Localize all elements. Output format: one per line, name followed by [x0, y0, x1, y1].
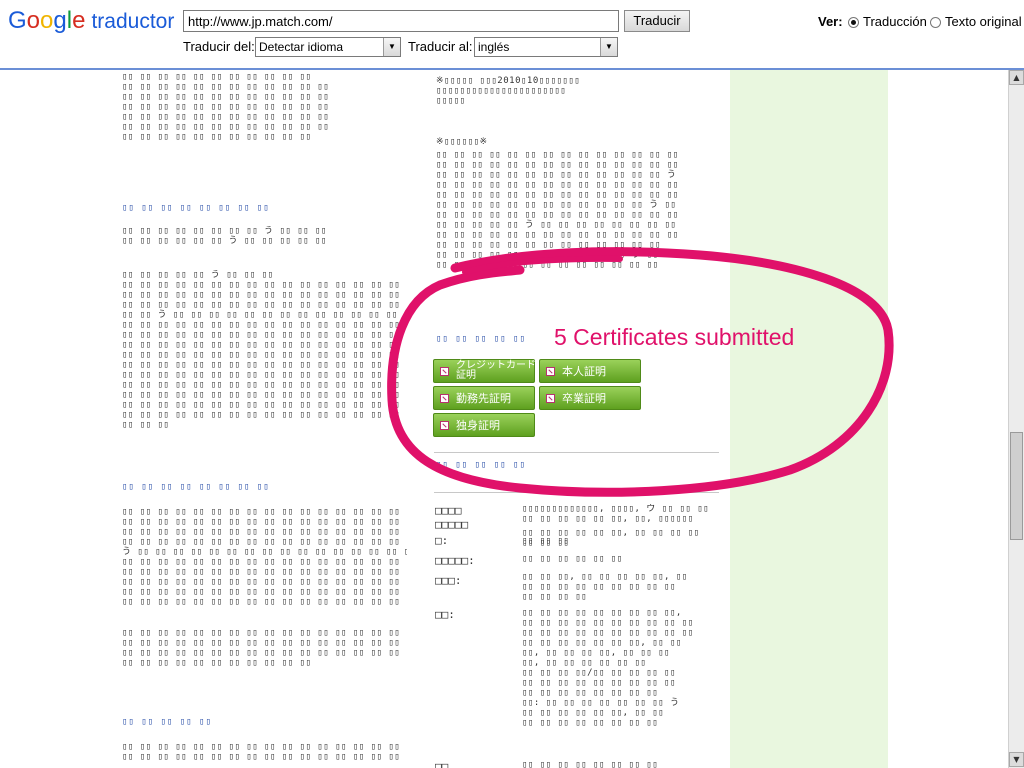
table-row-label: □□:: [435, 608, 455, 621]
left-text-block: ▯▯ ▯▯ ▯▯ ▯▯ ▯▯ ▯▯ ▯▯ ▯▯ ▯▯ ▯▯ ▯▯ ▯▯ ▯▯ ▯…: [122, 742, 407, 762]
vertical-scrollbar[interactable]: ▲ ▼: [1008, 70, 1024, 768]
left-text-block: ▯▯ ▯▯ ▯▯ ▯▯ ▯▯ う ▯▯ ▯▯ ▯▯ ▯▯ ▯▯ ▯▯ ▯▯ ▯▯…: [122, 270, 407, 430]
from-language-value: Detectar idioma: [259, 40, 344, 54]
from-language-select[interactable]: Detectar idioma ▼: [255, 37, 401, 57]
checkbox-icon: [440, 367, 449, 376]
scroll-up-icon[interactable]: ▲: [1009, 70, 1024, 85]
translate-toolbar: Googletraductor Traducir Traducir del: D…: [0, 0, 1024, 70]
view-original-radio[interactable]: [930, 17, 941, 28]
cert-badge-credit-card[interactable]: クレジットカード 証明: [433, 359, 536, 383]
notice-heading: ※▯▯▯▯▯▯※: [436, 137, 488, 147]
table-row-label: □□: [435, 760, 449, 768]
table-row-label: □:: [435, 534, 449, 547]
from-language-label: Traducir del:: [183, 39, 255, 54]
cert-badge-label: 本人証明: [562, 365, 606, 378]
table-row-value: ▯▯ ▯▯ ▯▯ ▯▯ ▯▯ ▯▯ ▯▯ ▯▯: [522, 760, 659, 768]
divider: [434, 492, 719, 493]
cert-badge-label: 勤務先証明: [456, 392, 511, 405]
left-text-block: ▯▯ ▯▯ ▯▯ ▯▯ ▯▯ ▯▯ ▯▯ ▯▯ う ▯▯ ▯▯ ▯▯ ▯▯ ▯▯…: [122, 226, 327, 246]
view-original-label[interactable]: Texto original: [945, 14, 1022, 29]
annotation-text: 5 Certificates submitted: [554, 324, 795, 350]
table-row-value: ▯▯ ▯▯ ▯▯ ▯▯ ▯▯ ▯▯ ▯▯ ▯▯ ▯▯, ▯▯ ▯▯ ▯▯ ▯▯ …: [522, 608, 694, 728]
table-row-value: ▯▯▯▯▯▯▯▯▯▯▯▯▯, ▯▯▯▯, ウ ▯▯ ▯▯ ▯▯ ▯▯ ▯▯ ▯▯…: [522, 504, 710, 524]
profile-section-heading: ▯▯ ▯▯ ▯▯ ▯▯ ▯▯: [436, 460, 526, 470]
view-translation-radio[interactable]: [848, 17, 859, 28]
translated-page: ▯▯ ▯▯ ▯▯ ▯▯ ▯▯ ▯▯ ▯▯ ▯▯ ▯▯ ▯▯ ▯▯ ▯▯ ▯▯ ▯…: [0, 70, 1008, 768]
google-translate-logo[interactable]: Google traductor: [8, 6, 174, 37]
chevron-down-icon[interactable]: ▼: [600, 38, 617, 56]
checkbox-icon: [546, 367, 555, 376]
table-row-label: □□□:: [435, 574, 462, 587]
notice-text: ※▯▯▯▯▯ ▯▯▯2010▯10▯▯▯▯▯▯▯ ▯▯▯▯▯▯▯▯▯▯▯▯▯▯▯…: [436, 76, 581, 106]
translate-button[interactable]: Traducir: [624, 10, 690, 32]
to-language-select[interactable]: inglés ▼: [474, 37, 618, 57]
to-language-value: inglés: [478, 40, 510, 54]
table-row-value: ▯▯ ▯▯ ▯▯, ▯▯ ▯▯ ▯▯ ▯▯ ▯▯, ▯▯ ▯▯ ▯▯ ▯▯ ▯▯…: [522, 572, 688, 602]
scroll-down-icon[interactable]: ▼: [1009, 752, 1024, 767]
certificates-heading: ▯▯ ▯▯ ▯▯ ▯▯ ▯▯: [436, 334, 526, 344]
scroll-thumb[interactable]: [1010, 432, 1023, 540]
left-text-block: ▯▯ ▯▯ ▯▯ ▯▯ ▯▯ ▯▯ ▯▯ ▯▯ ▯▯ ▯▯ ▯▯ ▯▯ ▯▯ ▯…: [122, 628, 407, 668]
left-section-heading[interactable]: ▯▯ ▯▯ ▯▯ ▯▯ ▯▯ ▯▯ ▯▯ ▯▯: [122, 203, 270, 213]
left-text-block: ▯▯ ▯▯ ▯▯ ▯▯ ▯▯ ▯▯ ▯▯ ▯▯ ▯▯ ▯▯ ▯▯ ▯▯ ▯▯ ▯…: [122, 507, 407, 607]
cert-badge-graduation[interactable]: 卒業証明: [539, 386, 641, 410]
cert-badge-employment[interactable]: 勤務先証明: [433, 386, 535, 410]
table-row-label: □□□□□: [435, 518, 469, 531]
left-section-heading[interactable]: ▯▯ ▯▯ ▯▯ ▯▯ ▯▯ ▯▯ ▯▯ ▯▯: [122, 482, 270, 492]
cert-badge-identity[interactable]: 本人証明: [539, 359, 641, 383]
side-column: [730, 70, 888, 768]
table-row-value: ▯▯ ▯▯ ▯▯: [522, 536, 570, 546]
cert-badge-label: 独身証明: [456, 419, 500, 432]
left-text-block: ▯▯ ▯▯ ▯▯ ▯▯ ▯▯ ▯▯ ▯▯ ▯▯ ▯▯ ▯▯ ▯▯ ▯▯ ▯▯ ▯…: [122, 72, 330, 142]
table-row-label: □□□□: [435, 504, 462, 517]
chevron-down-icon[interactable]: ▼: [383, 38, 400, 56]
checkbox-icon: [440, 421, 449, 430]
notice-text: ▯▯ ▯▯ ▯▯ ▯▯ ▯▯ ▯▯ ▯▯ ▯▯ ▯▯ ▯▯ ▯▯ ▯▯ ▯▯ ▯…: [436, 150, 679, 270]
view-translation-label[interactable]: Traducción: [863, 14, 927, 29]
divider: [434, 452, 719, 453]
left-section-heading[interactable]: ▯▯ ▯▯ ▯▯ ▯▯ ▯▯: [122, 717, 212, 727]
table-row-label: □□□□□:: [435, 554, 475, 567]
to-language-label: Traducir al:: [408, 39, 473, 54]
cert-badge-single-status[interactable]: 独身証明: [433, 413, 535, 437]
checkbox-icon: [440, 394, 449, 403]
checkbox-icon: [546, 394, 555, 403]
logo-product-text: traductor: [91, 10, 175, 33]
table-row-value: ▯▯ ▯▯ ▯▯ ▯▯ ▯▯ ▯▯: [522, 554, 623, 564]
view-label: Ver:: [818, 14, 843, 29]
url-input[interactable]: [183, 10, 619, 32]
cert-badge-label: クレジットカード 証明: [456, 360, 536, 381]
cert-badge-label: 卒業証明: [562, 392, 606, 405]
